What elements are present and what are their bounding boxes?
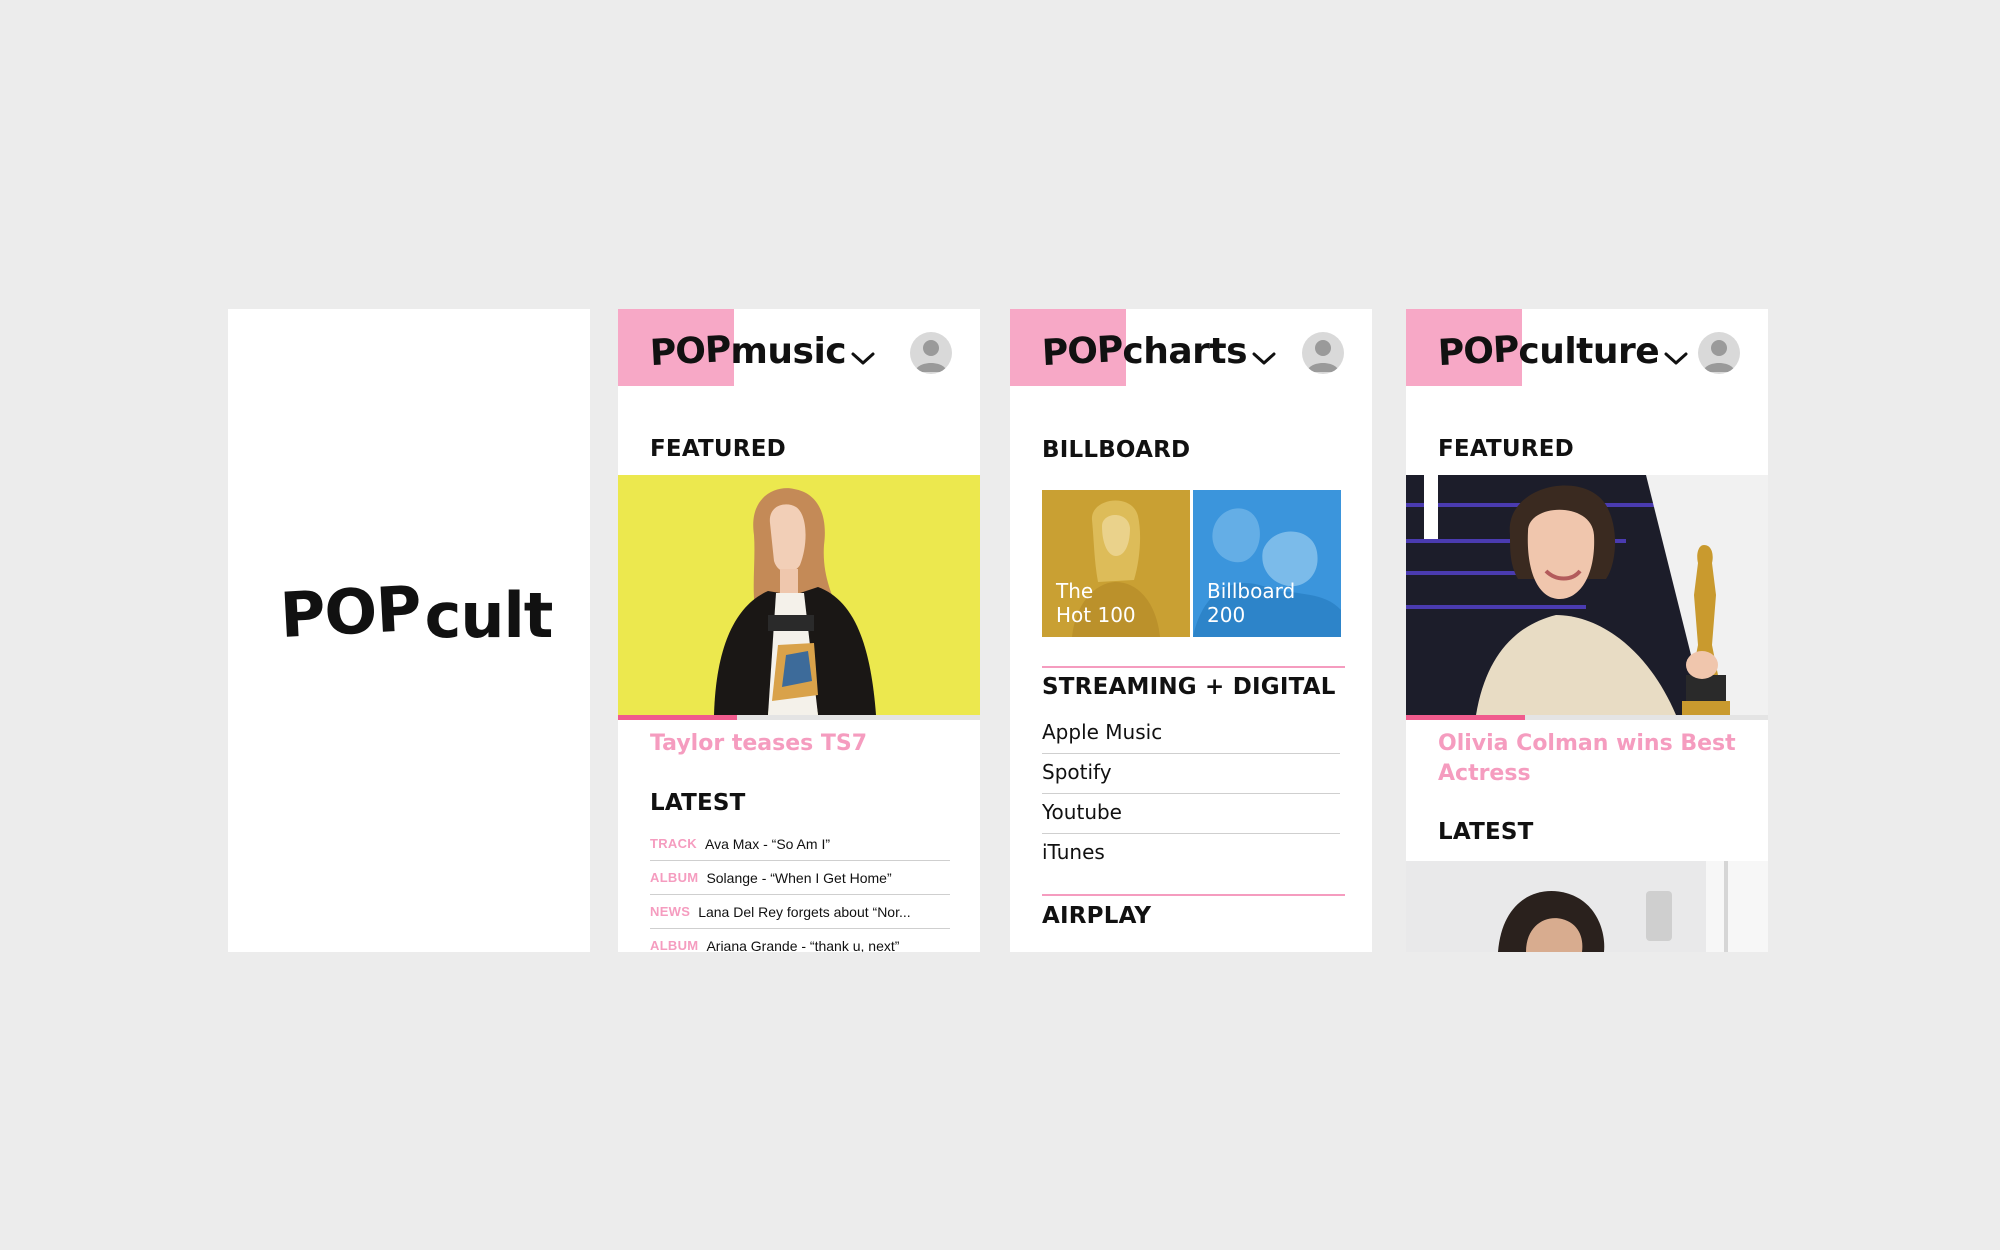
featured-image[interactable] [618, 475, 980, 715]
airplay-heading: AIRPLAY [1042, 903, 1152, 929]
section-name: culture [1518, 331, 1660, 372]
user-avatar-icon[interactable] [1302, 332, 1344, 374]
splash-screen: POP cult [228, 309, 590, 952]
latest-list: TRACK Ava Max - “So Am I” ALBUM Solange … [650, 827, 950, 952]
tile-label: Billboard 200 [1207, 579, 1296, 627]
service-label: Youtube [1042, 800, 1122, 824]
section-switcher[interactable]: POP culture [1436, 328, 1689, 375]
item-title: Ava Max - “So Am I” [705, 835, 830, 852]
streaming-heading: STREAMING + DIGITAL [1042, 674, 1336, 700]
section-name: music [730, 331, 847, 372]
list-item[interactable]: ALBUM Solange - “When I Get Home” [650, 861, 950, 895]
featured-heading: FEATURED [1438, 436, 1574, 462]
service-item-itunes[interactable]: iTunes [1042, 834, 1340, 873]
section-name: charts [1122, 331, 1248, 372]
featured-caption[interactable]: Olivia Colman wins Best Actress [1438, 729, 1738, 789]
featured-progress-fill [1406, 715, 1526, 720]
popculture-screen: POP culture FEATURED Olivia Colman wins … [1406, 309, 1768, 952]
featured-caption[interactable]: Taylor teases TS7 [650, 729, 950, 759]
latest-heading: LATEST [1438, 819, 1534, 845]
logo-pop: POP [1436, 328, 1520, 375]
item-title: Lana Del Rey forgets about “Nor... [698, 903, 911, 920]
featured-progress-fill [618, 715, 738, 720]
section-switcher[interactable]: POP music [648, 328, 876, 375]
list-item[interactable]: TRACK Ava Max - “So Am I” [650, 827, 950, 861]
chevron-down-icon[interactable] [850, 348, 876, 368]
logo-pop: POP [278, 571, 423, 652]
item-tag: ALBUM [650, 938, 699, 952]
section-divider [1042, 894, 1345, 896]
latest-heading: LATEST [650, 790, 746, 816]
user-avatar-icon[interactable] [1698, 332, 1740, 374]
popcult-logo: POP cult [278, 572, 554, 652]
featured-progress [1406, 715, 1768, 720]
streaming-services-list: Apple Music Spotify Youtube iTunes [1042, 714, 1340, 873]
service-item-spotify[interactable]: Spotify [1042, 754, 1340, 794]
service-item-youtube[interactable]: Youtube [1042, 794, 1340, 834]
billboard-tiles: The Hot 100 Billboard 200 [1042, 490, 1341, 637]
service-label: iTunes [1042, 840, 1105, 864]
featured-heading: FEATURED [650, 436, 786, 462]
list-item[interactable]: NEWS Lana Del Rey forgets about “Nor... [650, 895, 950, 929]
chevron-down-icon[interactable] [1663, 348, 1689, 368]
item-title: Solange - “When I Get Home” [706, 869, 892, 886]
logo-suffix: cult [424, 579, 554, 652]
popmusic-screen: POP music FEATURED Taylor teases TS7 LAT… [618, 309, 980, 952]
featured-image[interactable] [1406, 475, 1768, 715]
tile-billboard-200[interactable]: Billboard 200 [1193, 490, 1341, 637]
tile-hot-100[interactable]: The Hot 100 [1042, 490, 1190, 637]
tile-label: The Hot 100 [1056, 579, 1136, 627]
list-item[interactable]: ALBUM Ariana Grande - “thank u, next” [650, 929, 950, 953]
item-tag: TRACK [650, 836, 697, 851]
service-label: Apple Music [1042, 720, 1163, 744]
user-avatar-icon[interactable] [910, 332, 952, 374]
popcharts-screen: POP charts BILLBOARD The Hot 100 Billboa… [1010, 309, 1372, 952]
item-tag: ALBUM [650, 870, 699, 885]
service-item-apple-music[interactable]: Apple Music [1042, 714, 1340, 754]
section-switcher[interactable]: POP charts [1040, 328, 1277, 375]
featured-progress [618, 715, 980, 720]
service-label: Spotify [1042, 760, 1112, 784]
chevron-down-icon[interactable] [1251, 348, 1277, 368]
logo-pop: POP [1040, 328, 1124, 375]
item-tag: NEWS [650, 904, 691, 919]
billboard-heading: BILLBOARD [1042, 437, 1191, 463]
latest-image[interactable] [1406, 861, 1768, 952]
section-divider [1042, 666, 1345, 668]
logo-pop: POP [648, 328, 732, 375]
item-title: Ariana Grande - “thank u, next” [706, 937, 900, 953]
